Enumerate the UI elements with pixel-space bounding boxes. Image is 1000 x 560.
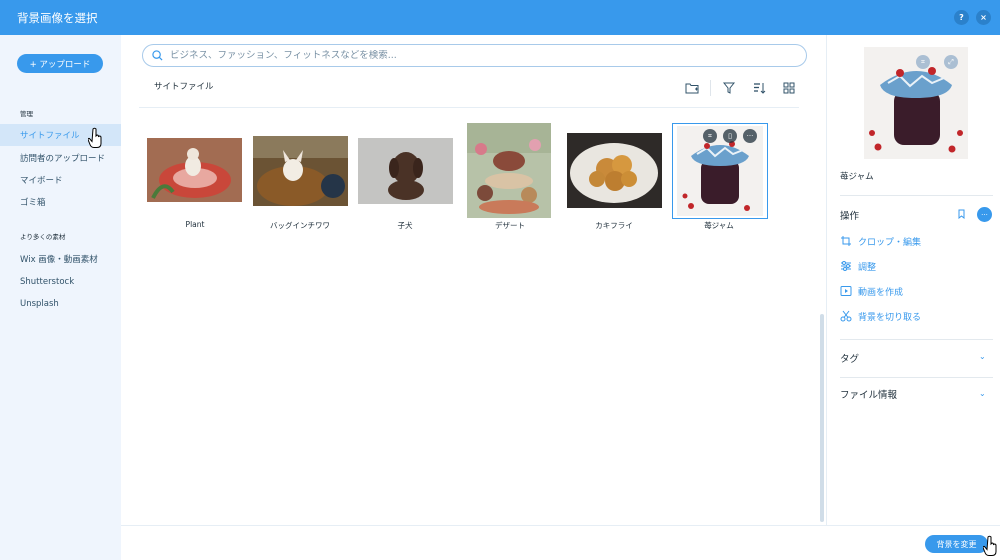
scrollbar[interactable] bbox=[820, 314, 824, 522]
change-background-button[interactable]: 背景を変更 bbox=[925, 535, 988, 553]
crop-icon[interactable]: ⌗ bbox=[916, 55, 930, 69]
section-manage-heading: 管理 bbox=[20, 110, 33, 118]
sidebar-item-my-boards[interactable]: マイボード bbox=[0, 169, 121, 191]
more-icon[interactable]: ··· bbox=[743, 129, 757, 143]
action-adjust[interactable]: 調整 bbox=[840, 258, 876, 274]
file-image bbox=[567, 133, 662, 208]
tags-section-toggle[interactable]: タグ bbox=[840, 351, 859, 365]
new-folder-icon[interactable] bbox=[685, 81, 699, 95]
chevron-down-icon[interactable]: ⌄ bbox=[979, 352, 986, 361]
hand-cursor-icon bbox=[983, 535, 997, 556]
sidebar-item-trash[interactable]: ゴミ箱 bbox=[0, 191, 121, 213]
file-label: デザート bbox=[495, 221, 525, 230]
action-create-video[interactable]: 動画を作成 bbox=[840, 283, 903, 299]
actions-heading: 操作 bbox=[840, 211, 860, 222]
file-label: Plant bbox=[185, 220, 205, 229]
help-button[interactable]: ? bbox=[954, 10, 969, 25]
file-thumbnail[interactable]: カキフライ bbox=[564, 132, 664, 242]
sidebar-item-label: Unsplash bbox=[20, 299, 59, 309]
video-icon bbox=[840, 286, 852, 296]
file-image bbox=[358, 138, 453, 204]
file-thumbnail[interactable]: 子犬 bbox=[355, 132, 455, 242]
sidebar-item-label: サイトファイル bbox=[20, 131, 80, 141]
search-bar[interactable] bbox=[142, 44, 807, 67]
file-thumbnail[interactable]: デザート bbox=[460, 122, 560, 242]
chevron-down-icon[interactable]: ⌄ bbox=[979, 389, 986, 398]
file-thumbnail[interactable]: Plant bbox=[145, 132, 245, 242]
crop-icon[interactable]: ⌗ bbox=[703, 129, 717, 143]
action-remove-background[interactable]: 背景を切り取る bbox=[840, 308, 921, 324]
toolbar-separator bbox=[710, 80, 711, 96]
action-label: 調整 bbox=[858, 262, 877, 273]
close-button[interactable]: × bbox=[976, 10, 991, 25]
search-icon bbox=[152, 50, 163, 61]
modal-title: 背景画像を選択 bbox=[17, 10, 98, 25]
sidebar-item-label: Shutterstock bbox=[20, 277, 75, 287]
file-image bbox=[467, 123, 551, 218]
bookmark-icon[interactable] bbox=[957, 209, 966, 219]
file-thumbnail-selected[interactable]: ⌗ ▯ ··· 苺ジャム bbox=[669, 122, 769, 242]
file-info-section-toggle[interactable]: ファイル情報 bbox=[840, 387, 897, 401]
sidebar-item-wix-media[interactable]: Wix 画像・動画素材 bbox=[0, 248, 121, 270]
file-label: 苺ジャム bbox=[704, 221, 734, 230]
file-thumbnail[interactable]: バッグインチワワ bbox=[250, 132, 350, 242]
file-image bbox=[147, 138, 242, 202]
hand-cursor-icon bbox=[88, 127, 102, 148]
file-label: カキフライ bbox=[595, 221, 633, 230]
grid-view-icon[interactable] bbox=[782, 81, 796, 95]
divider bbox=[840, 339, 993, 340]
file-label: バッグインチワワ bbox=[270, 221, 330, 230]
modal-footer: 背景を変更 bbox=[121, 525, 1000, 560]
selected-file-name: 苺ジャム bbox=[840, 172, 874, 182]
action-label: クロップ・編集 bbox=[858, 237, 922, 248]
filter-icon[interactable] bbox=[722, 81, 736, 95]
file-label: 子犬 bbox=[397, 221, 413, 230]
file-image bbox=[253, 136, 348, 206]
action-label: 背景を切り取る bbox=[858, 312, 922, 323]
breadcrumb: サイトファイル bbox=[154, 82, 214, 92]
sidebar: + アップロード 管理 サイトファイル 訪問者のアップロード マイボード ゴミ箱… bbox=[0, 35, 121, 560]
toolbar-divider bbox=[139, 107, 799, 108]
sidebar-item-label: マイボード bbox=[20, 176, 63, 186]
sidebar-item-visitor-uploads[interactable]: 訪問者のアップロード bbox=[0, 147, 121, 169]
modal-header: 背景画像を選択 ? × bbox=[0, 0, 1000, 35]
file-browser: サイトファイル Plant bbox=[121, 35, 821, 525]
sidebar-item-label: Wix 画像・動画素材 bbox=[20, 255, 98, 265]
sidebar-item-unsplash[interactable]: Unsplash bbox=[0, 293, 121, 315]
sidebar-item-label: 訪問者のアップロード bbox=[20, 154, 106, 164]
search-input[interactable] bbox=[170, 50, 770, 61]
sidebar-item-shutterstock[interactable]: Shutterstock bbox=[0, 271, 121, 293]
more-actions-icon[interactable]: ··· bbox=[977, 207, 992, 222]
divider bbox=[840, 195, 993, 196]
sort-icon[interactable] bbox=[752, 81, 766, 95]
upload-button[interactable]: + アップロード bbox=[17, 54, 103, 73]
scissors-icon bbox=[840, 310, 852, 322]
action-label: 動画を作成 bbox=[858, 287, 904, 298]
section-more-heading: より多くの素材 bbox=[20, 233, 66, 241]
expand-icon[interactable]: ⤢ bbox=[944, 55, 958, 69]
sliders-icon bbox=[841, 261, 851, 271]
details-panel: ⌗ ⤢ 苺ジャム 操作 ··· クロップ・編集 調整 動画を作成 背景を切り取る bbox=[826, 35, 1000, 525]
action-crop-edit[interactable]: クロップ・編集 bbox=[840, 233, 921, 249]
bookmark-icon[interactable]: ▯ bbox=[723, 129, 737, 143]
divider bbox=[840, 377, 993, 378]
crop-icon bbox=[841, 236, 851, 246]
sidebar-item-label: ゴミ箱 bbox=[20, 198, 46, 208]
